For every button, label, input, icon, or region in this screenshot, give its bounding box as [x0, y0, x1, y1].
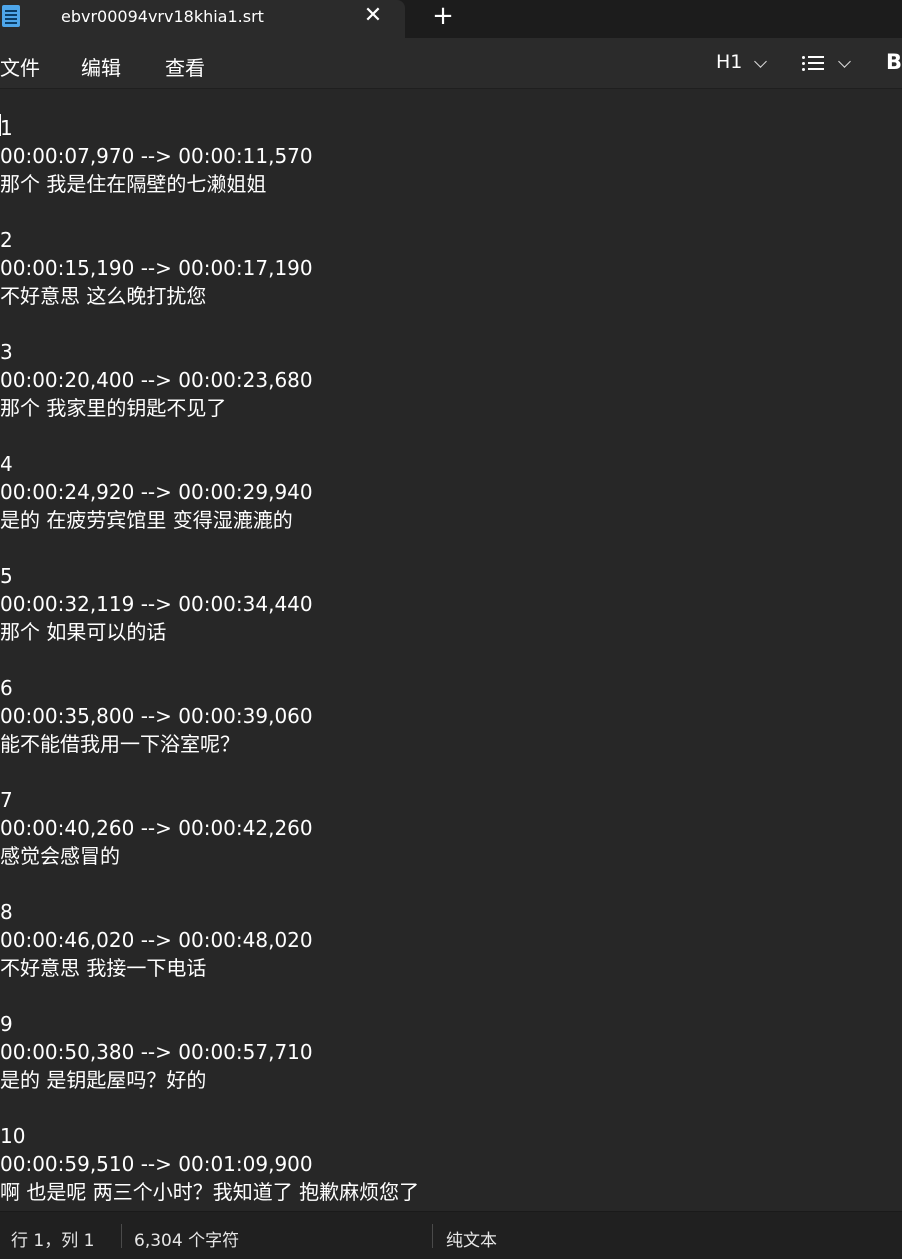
editor-line: [0, 758, 419, 786]
editor-line: 那个 如果可以的话: [0, 620, 167, 644]
editor-lines: 1 00:00:07,970 --> 00:00:11,570 那个 我是住在隔壁的…: [0, 114, 419, 1206]
editor-line: 是的 是钥匙屋吗？好的: [0, 1068, 207, 1092]
cursor-position: 行 1，列 1: [11, 1231, 95, 1251]
editor-line: 10: [0, 1124, 26, 1148]
editor-line: 4: [0, 452, 13, 476]
editor-line: 00:00:40,260 --> 00:00:42,260: [0, 816, 313, 840]
editor-line: 2: [0, 228, 13, 252]
close-tab-icon[interactable]: ✕: [362, 3, 384, 29]
editor-line: 00:00:24,920 --> 00:00:29,940: [0, 480, 313, 504]
text-format: 纯文本: [446, 1231, 497, 1251]
editor-line: [0, 310, 419, 338]
editor-line: 那个 我家里的钥匙不见了: [0, 396, 227, 420]
editor-line: 1: [0, 116, 13, 140]
editor-line: 3: [0, 340, 13, 364]
editor-line: 5: [0, 564, 13, 588]
editor-line: 啊 也是呢 两三个小时？我知道了 抱歉麻烦您了: [0, 1180, 420, 1204]
new-tab-icon[interactable]: +: [430, 3, 456, 29]
menu-file[interactable]: 文件: [0, 52, 40, 81]
bold-button[interactable]: B: [886, 50, 902, 74]
editor-line: [0, 198, 419, 226]
editor-line: [0, 870, 419, 898]
editor-line: 是的 在疲劳宾馆里 变得湿漉漉的: [0, 508, 293, 532]
character-count: 6,304 个字符: [134, 1231, 240, 1251]
editor-line: 感觉会感冒的: [0, 844, 120, 868]
editor-line: [0, 982, 419, 1010]
editor-line: [0, 534, 419, 562]
editor-line: 7: [0, 788, 13, 812]
editor-line: 00:00:15,190 --> 00:00:17,190: [0, 256, 313, 280]
menu-bar: 文件 编辑 查看: [0, 38, 902, 89]
editor-line: [0, 1094, 419, 1122]
text-editor[interactable]: 1 00:00:07,970 --> 00:00:11,570 那个 我是住在隔壁的…: [0, 89, 902, 1211]
menu-view[interactable]: 查看: [165, 52, 205, 81]
editor-line: 00:00:07,970 --> 00:00:11,570: [0, 144, 313, 168]
editor-line: 8: [0, 900, 13, 924]
active-tab[interactable]: ebvr00094vrv18khia1.srt ✕: [0, 0, 405, 38]
status-bar: 行 1，列 1 6,304 个字符 纯文本: [0, 1211, 902, 1259]
editor-line: 00:00:20,400 --> 00:00:23,680: [0, 368, 313, 392]
editor-line: 那个 我是住在隔壁的七濑姐姐: [0, 172, 267, 196]
editor-line: 不好意思 我接一下电话: [0, 956, 207, 980]
editor-line: [0, 422, 419, 450]
editor-line: 00:00:32,119 --> 00:00:34,440: [0, 592, 313, 616]
heading-label: H1: [716, 51, 743, 73]
editor-line: 6: [0, 676, 13, 700]
editor-line: 00:00:46,020 --> 00:00:48,020: [0, 928, 313, 952]
editor-line: 9: [0, 1012, 13, 1036]
editor-line: 不好意思 这么晚打扰您: [0, 284, 207, 308]
notepad-icon: [2, 5, 20, 27]
status-divider: [121, 1224, 122, 1248]
editor-line: [0, 646, 419, 674]
list-icon: [802, 55, 824, 71]
editor-line: 能不能借我用一下浴室呢？: [0, 732, 240, 756]
editor-line: 00:00:59,510 --> 00:01:09,900: [0, 1152, 313, 1176]
status-divider: [432, 1224, 433, 1248]
editor-line: 00:00:50,380 --> 00:00:57,710: [0, 1040, 313, 1064]
tab-title: ebvr00094vrv18khia1.srt: [61, 7, 264, 26]
title-bar: ebvr00094vrv18khia1.srt ✕ +: [0, 0, 902, 38]
editor-line: 00:00:35,800 --> 00:00:39,060: [0, 704, 313, 728]
menu-edit[interactable]: 编辑: [81, 52, 121, 81]
